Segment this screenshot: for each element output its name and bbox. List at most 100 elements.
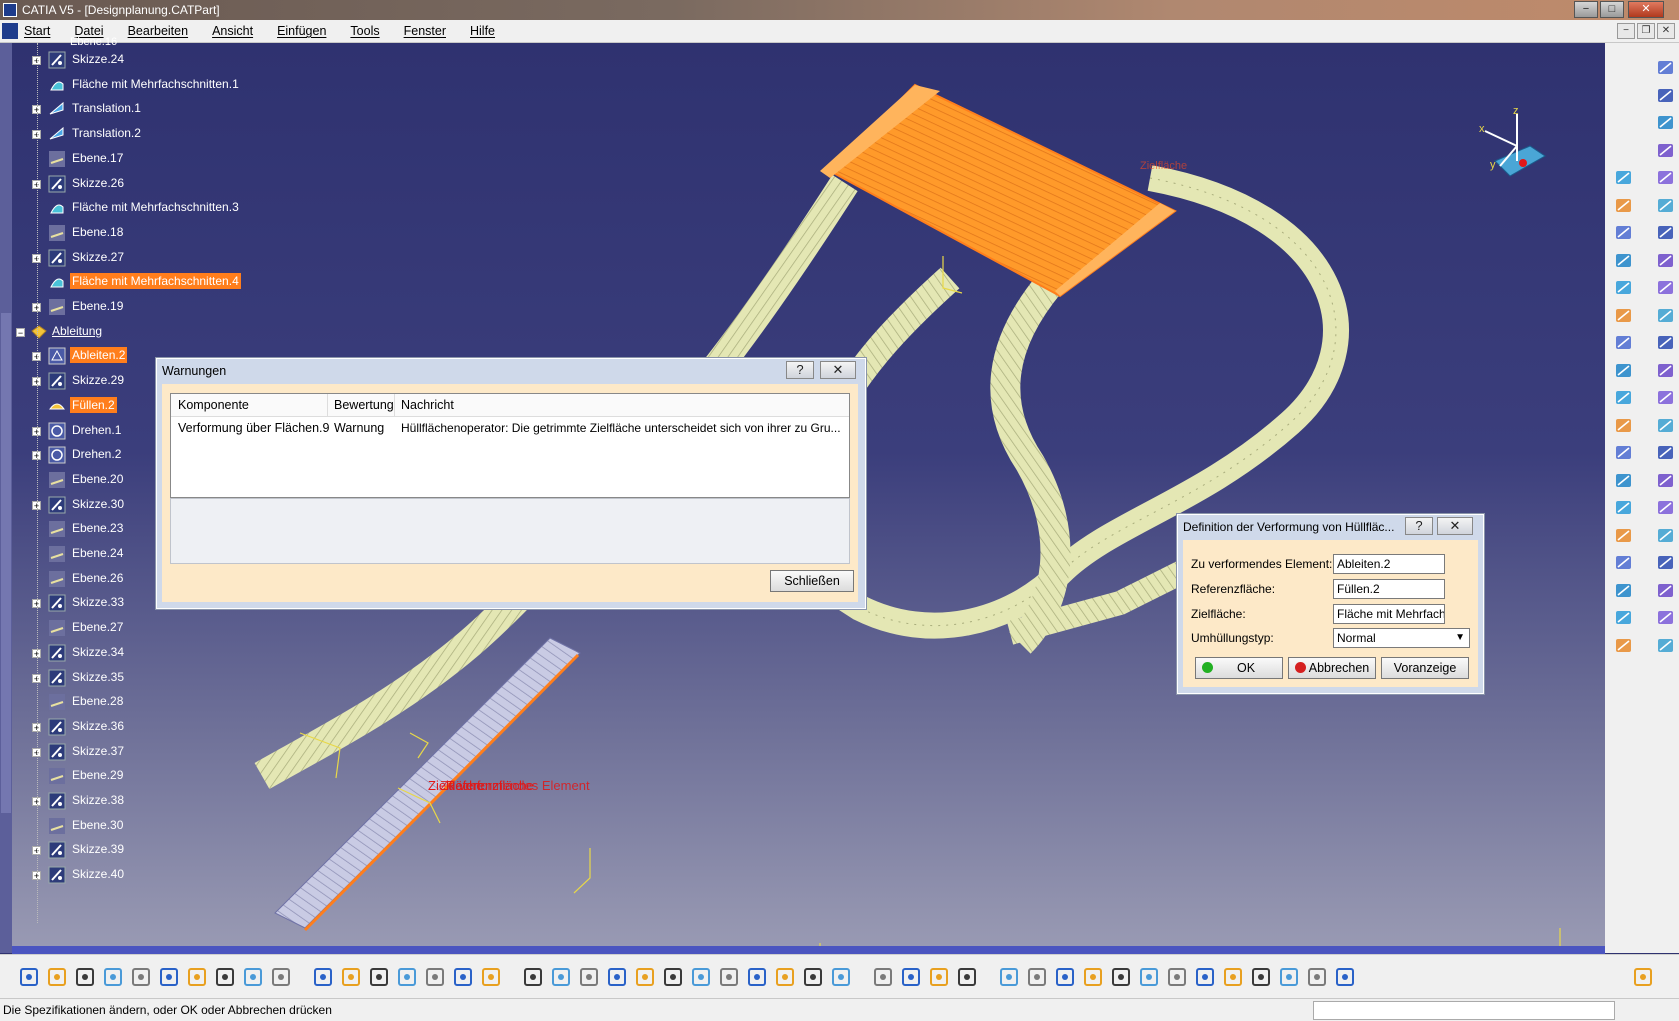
split-icon[interactable] [1655,277,1677,299]
schliessen-button[interactable]: Schließen [770,570,854,592]
select-arrow-icon[interactable] [1655,85,1677,107]
doc-restore-button[interactable]: ❐ [1637,23,1655,39]
umhullungstyp-select[interactable]: Normal ▼ [1333,628,1470,648]
tree-item[interactable]: Ebene.30 [12,816,312,836]
tree-item[interactable]: + Skizze.35 [12,668,312,688]
circle-icon[interactable] [1655,442,1677,464]
compass-tools-icon[interactable] [1026,966,1048,988]
mesh-icon[interactable] [1250,966,1272,988]
blend-icon[interactable] [1655,250,1677,272]
tree-scrollbar-thumb[interactable] [1,313,11,813]
apply-material-icon[interactable] [1306,966,1328,988]
layers-icon[interactable] [1334,966,1356,988]
new-icon[interactable] [18,966,40,988]
fit-all-icon[interactable] [550,966,572,988]
paste-icon[interactable] [186,966,208,988]
collapse-icon[interactable]: − [16,327,25,337]
tree-item[interactable]: + Ebene.19 [12,297,312,317]
abbrechen-button[interactable]: Abbrechen [1288,657,1376,679]
extract-icon[interactable] [1613,332,1635,354]
line-icon[interactable] [1655,167,1677,189]
point-icon[interactable] [1613,167,1635,189]
menu-hilfe[interactable]: Hilfe [470,24,495,38]
doc-minimize-button[interactable]: − [1617,23,1635,39]
column-nachricht[interactable]: Nachricht [401,398,454,412]
tree-scrollbar[interactable] [0,43,12,953]
tree-item[interactable]: Fläche mit Mehrfachschnitten.1 [12,75,312,95]
command-input[interactable] [1313,1001,1615,1020]
menu-bearbeiten[interactable]: Bearbeiten [128,24,188,38]
affinity-icon[interactable] [1655,387,1677,409]
sketcher-icon[interactable] [1655,140,1677,162]
close-surface-icon[interactable] [1655,580,1677,602]
sphere-icon[interactable] [1655,222,1677,244]
menu-start[interactable]: Start [24,24,50,38]
tree-item[interactable]: + Translation.2 [12,124,312,144]
tree-item[interactable]: + Skizze.27 [12,248,312,268]
shading-icon[interactable] [774,966,796,988]
menu-einfuegen[interactable]: Einfügen [277,24,326,38]
viewport-scrollbar[interactable] [12,946,1605,954]
table-row[interactable]: Verformung über Flächen.9 Warnung Hüllfl… [171,419,849,439]
body-icon[interactable] [1655,607,1677,629]
deform-icon[interactable] [1655,635,1677,657]
tree-item[interactable]: + Skizze.40 [12,865,312,885]
voranzeige-button[interactable]: Voranzeige [1381,657,1469,679]
knowledge-icon[interactable] [368,966,390,988]
ok-button[interactable]: OK [1195,657,1283,679]
tree-item[interactable]: Fläche mit Mehrfachschnitten.3 [12,198,312,218]
trim-icon[interactable] [1613,305,1635,327]
connect-icon[interactable] [1655,470,1677,492]
swap-icon[interactable] [830,966,852,988]
tree-item[interactable]: Ebene.17 [12,149,312,169]
helix-icon[interactable] [1613,442,1635,464]
tree-item[interactable]: + Skizze.26 [12,174,312,194]
cut-icon[interactable] [130,966,152,988]
hand-icon[interactable] [1655,57,1677,79]
zu-verformendes-element-field[interactable]: Ableiten.2 [1333,554,1445,574]
lock-icon[interactable] [452,966,474,988]
referenzflache-field[interactable]: Füllen.2 [1333,579,1445,599]
undo-icon[interactable] [214,966,236,988]
redo-icon[interactable] [242,966,264,988]
doc-close-button[interactable]: ✕ [1657,23,1675,39]
print-preview-icon[interactable] [872,966,894,988]
rotate-icon[interactable] [1613,360,1635,382]
grid-icon[interactable] [1138,966,1160,988]
warnungen-help-button[interactable]: ? [786,361,814,379]
corner-icon[interactable] [1613,470,1635,492]
compass-icon[interactable]: x y z [1475,106,1565,186]
scale-icon[interactable] [1613,387,1635,409]
symmetry-icon[interactable] [1655,360,1677,382]
offset-icon[interactable] [1655,525,1677,547]
surface-extrude-icon[interactable] [1655,195,1677,217]
law-icon[interactable] [1613,635,1635,657]
column-bewertung[interactable]: Bewertung [334,398,394,412]
tree-item[interactable]: + Skizze.36 [12,717,312,737]
measure-icon[interactable] [480,966,502,988]
comment-icon[interactable] [340,966,362,988]
tree-item[interactable]: + Translation.1 [12,99,312,119]
whats-this-icon[interactable] [270,966,292,988]
open-icon[interactable] [46,966,68,988]
tree-item[interactable]: Ebene.29 [12,766,312,786]
curvature-icon[interactable] [1222,966,1244,988]
close-window-button[interactable]: ✕ [1628,1,1664,18]
update-icon[interactable] [424,966,446,988]
join-icon[interactable] [1613,277,1635,299]
parallel-icon[interactable] [1613,497,1635,519]
tree-icon[interactable] [1110,966,1132,988]
zoom-out-icon[interactable] [662,966,684,988]
rotate-view-icon[interactable] [606,966,628,988]
tree-item[interactable]: Ebene.28 [12,692,312,712]
tree-item[interactable]: Ebene.18 [12,223,312,243]
mapping-icon[interactable] [1278,966,1300,988]
maximize-button[interactable]: □ [1600,1,1624,18]
capture-icon[interactable] [998,966,1020,988]
measure-item-icon[interactable] [928,966,950,988]
tree-item[interactable]: Fläche mit Mehrfachschnitten.4 [12,272,312,292]
spline-icon[interactable] [1655,415,1677,437]
inertia-icon[interactable] [956,966,978,988]
zielflache-field[interactable]: Fläche mit Mehrfach [1333,604,1445,624]
zoom-in-icon[interactable] [634,966,656,988]
